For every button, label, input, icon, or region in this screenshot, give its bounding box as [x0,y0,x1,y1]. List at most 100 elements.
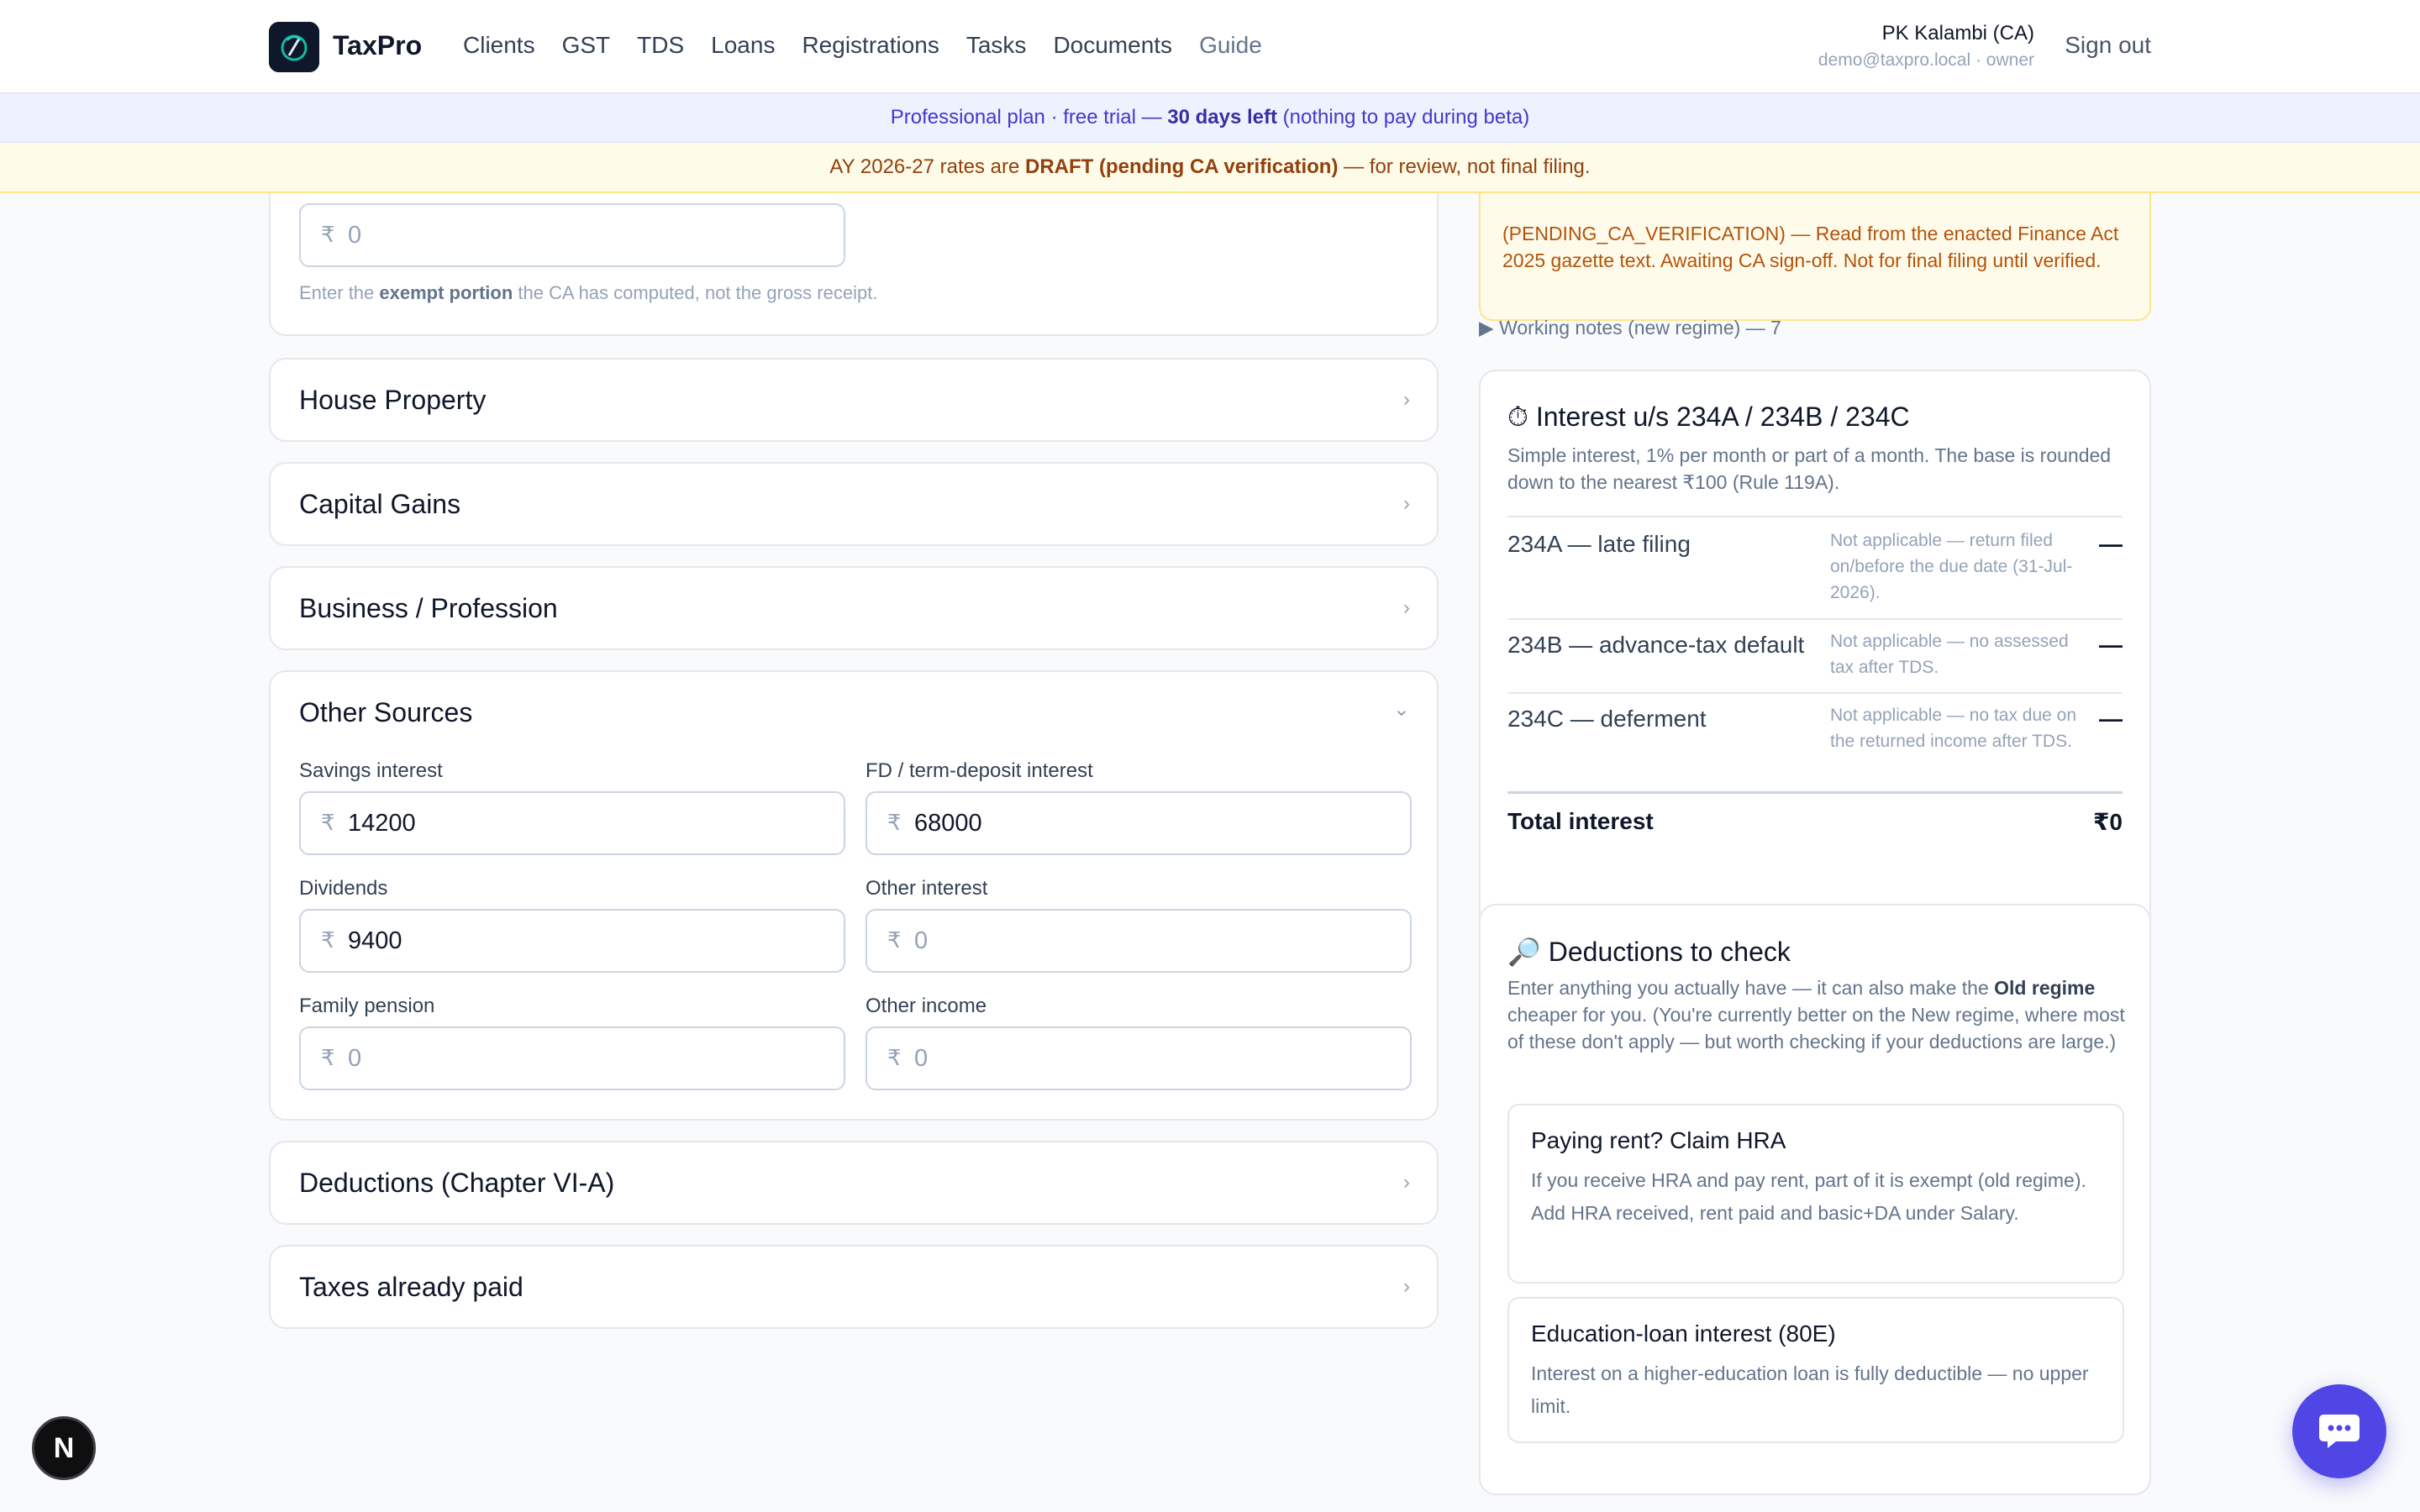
taxpro-logo-icon[interactable] [269,22,319,72]
chevron-down-icon[interactable]: ⌄ [1393,697,1410,722]
fd-interest-label: FD / term-deposit interest [865,759,1093,782]
interest-row-234c-note: Not applicable — no tax due on the retur… [1830,706,2077,751]
caret-right-icon: ▶ [1479,317,1494,339]
deductions-check-subtitle: Enter anything you actually have — it ca… [1507,974,2129,1055]
rupee-icon: ₹ [321,810,335,835]
tip-body: If you receive HRA and pay rent, part of… [1531,1169,2086,1224]
nav-link-registrations[interactable]: Registrations [802,32,939,59]
section-title: Business / Profession [299,593,558,623]
divider [1507,618,2123,620]
rupee-icon: ₹ [321,1045,335,1070]
stopwatch-icon: ⏱ [1507,402,1528,432]
section-title: Deductions (Chapter VI-A) [299,1168,615,1198]
interest-row-234a-value: — [2099,531,2123,557]
other-income-label: Other income [865,995,987,1017]
draft-banner-highlight: DRAFT (pending CA verification) [1025,155,1339,178]
user-name: PK Kalambi (CA) [1881,22,2034,45]
section-capital-gains[interactable]: Capital Gains › [269,462,1439,546]
trial-banner-prefix: Professional plan · free trial — [890,106,1168,129]
tip-title: Education-loan interest (80E) [1531,1320,1836,1347]
hint-bold: exempt portion [379,282,513,303]
total-interest-value: ₹0 [2092,809,2123,835]
chevron-right-icon: › [1403,1171,1410,1194]
dividends-input[interactable]: ₹ 9400 [299,909,845,973]
section-house-property[interactable]: House Property › [269,358,1439,442]
trial-banner-suffix: (nothing to pay during beta) [1277,106,1530,129]
savings-interest-input[interactable]: ₹ 14200 [299,791,845,855]
brand-name[interactable]: TaxPro [333,30,422,61]
sign-out-link[interactable]: Sign out [2065,32,2151,59]
sub-suffix: cheaper for you. (You're currently bette… [1507,1004,2125,1053]
magnifier-icon: 🔎 [1507,937,1541,967]
chevron-right-icon: › [1403,1275,1410,1298]
trial-banner: Professional plan · free trial — 30 days… [0,94,2420,143]
interest-row-234b-name: 234B — advance-tax default [1507,632,1805,658]
chevron-right-icon: › [1403,388,1410,411]
chat-button[interactable] [2292,1384,2386,1478]
other-income-input[interactable]: ₹ 0 [865,1026,1412,1090]
main-nav: Clients GST TDS Loans Registrations Task… [463,32,1262,59]
section-business-profession[interactable]: Business / Profession › [269,566,1439,650]
chat-bubble-icon [2319,1415,2360,1448]
dividends-label: Dividends [299,877,388,900]
rupee-icon: ₹ [887,927,902,953]
working-notes-toggle[interactable]: ▶ Working notes (new regime) — 7 [1479,317,1781,339]
nav-link-documents[interactable]: Documents [1053,32,1172,59]
family-pension-label: Family pension [299,995,435,1017]
rupee-icon: ₹ [887,810,902,835]
other-interest-input[interactable]: ₹ 0 [865,909,1412,973]
savings-interest-value: 14200 [348,810,416,837]
draft-banner-prefix: AY 2026-27 rates are [829,155,1025,178]
chevron-right-icon: › [1403,492,1410,515]
deductions-check-title: 🔎 Deductions to check [1507,936,1791,968]
exempt-portion-value: 0 [348,222,362,249]
divider [1507,692,2123,694]
total-divider [1507,791,2123,794]
verification-notice-text: (PENDING_CA_VERIFICATION) — Read from th… [1502,223,2119,271]
section-other-sources: Other Sources ⌄ Savings interest ₹ 14200… [269,670,1439,1121]
total-interest-label: Total interest [1507,808,1654,834]
nav-link-guide[interactable]: Guide [1199,32,1262,59]
deduction-tip-80e[interactable]: Education-loan interest (80E) Interest o… [1507,1297,2124,1443]
section-taxes-paid[interactable]: Taxes already paid › [269,1245,1439,1329]
sub-prefix: Enter anything you actually have — it ca… [1507,977,1995,999]
main-content: ₹ 0 Enter the exempt portion the CA has … [0,193,2420,1512]
top-navbar: TaxPro Clients GST TDS Loans Registratio… [0,0,2420,94]
tip-body: Interest on a higher-education loan is f… [1531,1362,2089,1417]
rupee-icon: ₹ [321,222,335,247]
rupee-icon: ₹ [887,1045,902,1070]
chevron-right-icon: › [1403,596,1410,619]
interest-row-234c-value: — [2099,706,2123,732]
section-title: Capital Gains [299,489,461,519]
family-pension-input[interactable]: ₹ 0 [299,1026,845,1090]
divider [1507,516,2123,517]
exempt-portion-hint: Enter the exempt portion the CA has comp… [299,282,877,304]
interest-row-234a-name: 234A — late filing [1507,531,1691,557]
sub-bold: Old regime [1994,977,2096,999]
section-title[interactable]: Other Sources [299,697,472,728]
interest-row-234b-value: — [2099,632,2123,658]
interest-title: ⏱ Interest u/s 234A / 234B / 234C [1507,402,1910,433]
user-email: demo@taxpro.local · owner [1818,50,2034,70]
section-title: Taxes already paid [299,1272,523,1302]
nextjs-dev-indicator[interactable]: N [32,1416,96,1480]
interest-row-234a-note: Not applicable — return filed on/before … [1830,531,2073,602]
savings-interest-label: Savings interest [299,759,443,782]
nav-link-tasks[interactable]: Tasks [966,32,1027,59]
tip-title: Paying rent? Claim HRA [1531,1127,1786,1153]
nav-link-clients[interactable]: Clients [463,32,535,59]
other-interest-label: Other interest [865,877,988,900]
deduction-tip-hra[interactable]: Paying rent? Claim HRA If you receive HR… [1507,1104,2124,1284]
section-deductions[interactable]: Deductions (Chapter VI-A) › [269,1141,1439,1225]
nav-link-loans[interactable]: Loans [711,32,775,59]
deductions-to-check-card: 🔎 Deductions to check Enter anything you… [1479,904,2151,1495]
nav-link-tds[interactable]: TDS [637,32,684,59]
section-title: House Property [299,385,487,415]
exempt-portion-input[interactable]: ₹ 0 [299,203,845,267]
nav-link-gst[interactable]: GST [562,32,611,59]
deductions-check-title-text: Deductions to check [1548,937,1791,967]
draft-rates-banner: AY 2026-27 rates are DRAFT (pending CA v… [0,143,2420,193]
hint-suffix: the CA has computed, not the gross recei… [513,282,878,303]
hint-prefix: Enter the [299,282,380,303]
fd-interest-input[interactable]: ₹ 68000 [865,791,1412,855]
